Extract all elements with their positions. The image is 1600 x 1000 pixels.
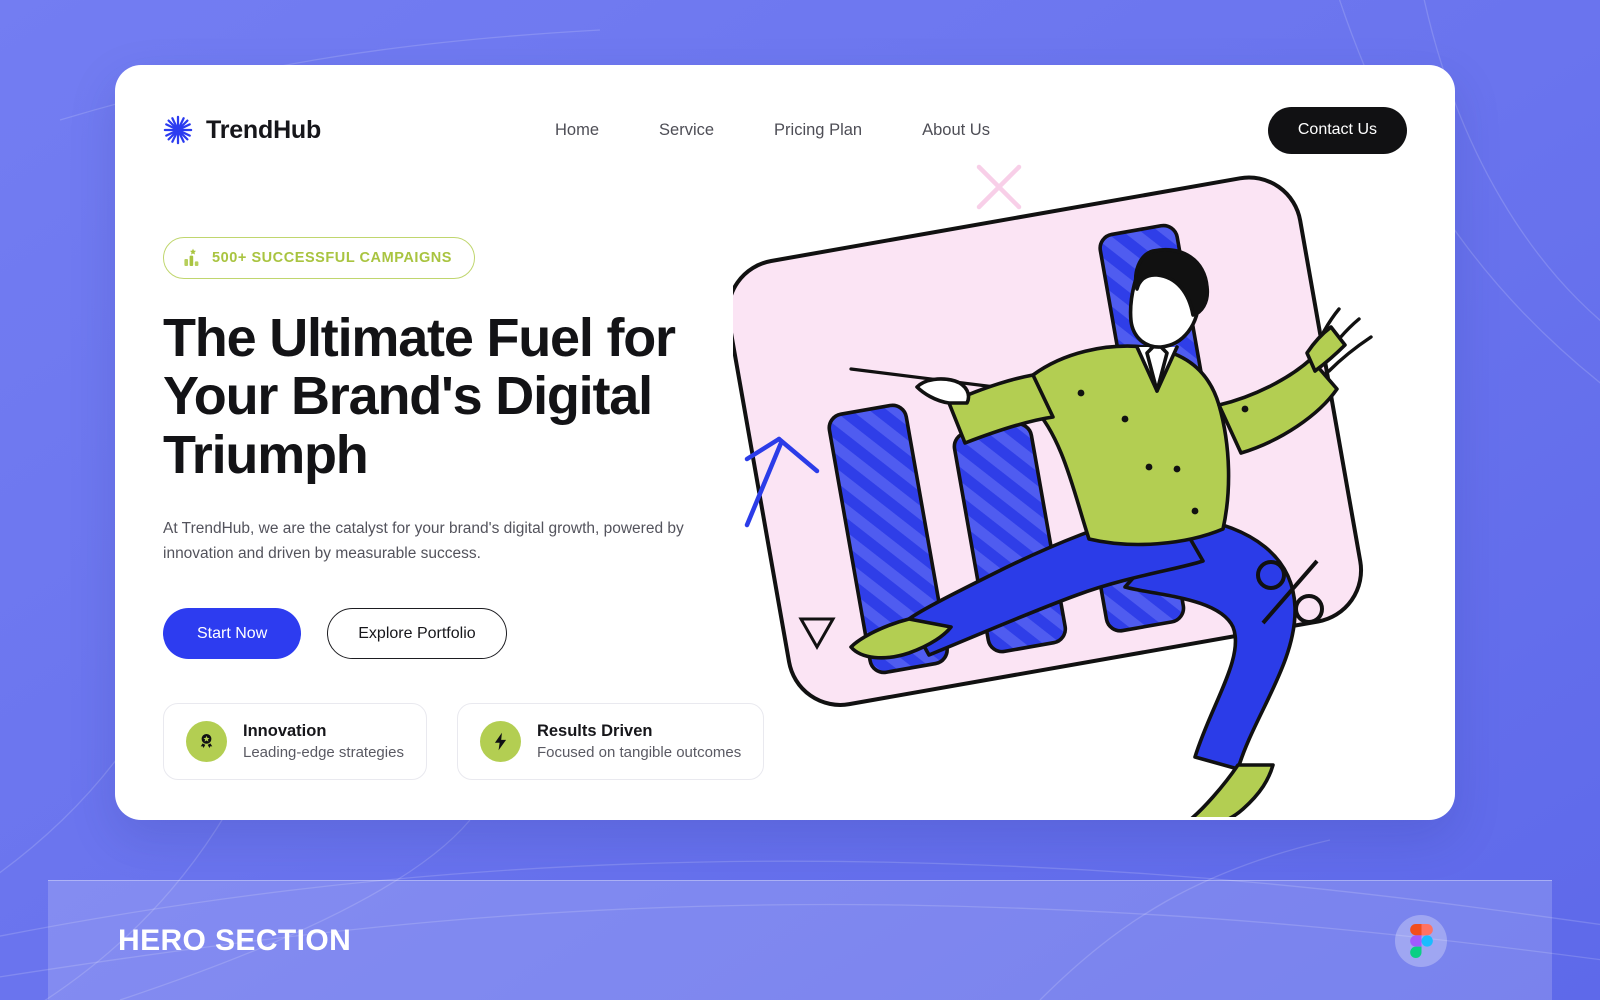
feature-text-block: Results Driven Focused on tangible outco… <box>537 722 741 761</box>
asterisk-icon <box>163 115 193 145</box>
nav-link-service[interactable]: Service <box>659 115 714 146</box>
contact-us-button[interactable]: Contact Us <box>1267 106 1407 154</box>
hero-content: 500+ SUCCESSFUL CAMPAIGNS The Ultimate F… <box>163 237 753 660</box>
figma-icon[interactable] <box>1395 914 1447 967</box>
footer-label: HERO SECTION <box>118 923 352 957</box>
brand-name: TrendHub <box>206 115 322 144</box>
hero-illustration <box>733 164 1373 817</box>
hero-card: TrendHub Home Service Pricing Plan About… <box>115 65 1455 820</box>
feature-desc: Leading-edge strategies <box>243 744 404 761</box>
brand-logo[interactable]: TrendHub <box>163 115 321 145</box>
badge-label: 500+ SUCCESSFUL CAMPAIGNS <box>212 250 453 266</box>
start-now-button[interactable]: Start Now <box>163 608 302 660</box>
nav-link-home[interactable]: Home <box>555 115 599 146</box>
lightning-bolt-icon <box>479 721 521 762</box>
campaigns-badge: 500+ SUCCESSFUL CAMPAIGNS <box>163 237 476 279</box>
cta-row: Start Now Explore Portfolio <box>163 608 753 660</box>
feature-desc: Focused on tangible outcomes <box>536 744 742 761</box>
main-navigation: Home Service Pricing Plan About Us <box>555 115 990 146</box>
bar-chart-star-icon <box>184 248 199 266</box>
footer-band: HERO SECTION <box>48 880 1552 1000</box>
award-badge-icon <box>186 721 227 762</box>
feature-card-row: Innovation Leading-edge strategies Resul… <box>163 703 765 780</box>
feature-card-results-driven[interactable]: Results Driven Focused on tangible outco… <box>456 703 765 780</box>
nav-link-about-us[interactable]: About Us <box>922 115 990 146</box>
decoration-pink-plus <box>976 164 1022 210</box>
feature-text-block: Innovation Leading-edge strategies <box>243 722 404 761</box>
feature-title: Results Driven <box>536 722 653 740</box>
page-title: The Ultimate Fuel for Your Brand's Digit… <box>163 308 676 485</box>
nav-link-pricing[interactable]: Pricing Plan <box>774 115 862 146</box>
feature-card-innovation[interactable]: Innovation Leading-edge strategies <box>163 703 427 780</box>
explore-portfolio-button[interactable]: Explore Portfolio <box>327 608 507 660</box>
hero-subtitle: At TrendHub, we are the catalyst for you… <box>163 519 684 563</box>
feature-title: Innovation <box>243 722 327 740</box>
